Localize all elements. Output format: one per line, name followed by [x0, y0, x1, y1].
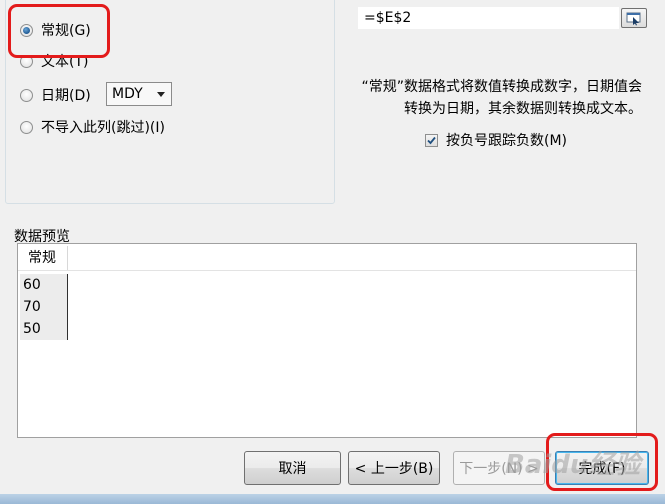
destination-input[interactable]: =$E$2: [357, 6, 620, 30]
radio-skip-indicator[interactable]: [20, 120, 33, 134]
finish-button[interactable]: 完成(F): [555, 451, 649, 485]
date-format-select[interactable]: MDY: [106, 82, 172, 106]
preview-column-header[interactable]: 常规: [20, 246, 68, 270]
radio-general-label: 常规(G): [41, 23, 91, 39]
radio-date-indicator[interactable]: [20, 88, 33, 102]
next-button[interactable]: 下一步(N) >: [453, 451, 545, 485]
format-description: “常规”数据格式将数值转换成数字，日期值会转换为日期，其余数据则转换成文本。: [361, 79, 642, 117]
checkmark-icon: [427, 136, 436, 144]
preview-header-row: [18, 244, 636, 271]
data-preview-grid[interactable]: 常规 60 70 50: [17, 243, 637, 438]
radio-general-indicator[interactable]: [20, 23, 33, 37]
chevron-down-icon: [157, 92, 165, 97]
radio-date[interactable]: 日期(D): [20, 85, 91, 105]
preview-cell: 60: [20, 274, 68, 296]
preview-cell: 70: [20, 296, 68, 318]
destination-value: =$E$2: [364, 10, 412, 26]
radio-skip-label: 不导入此列(跳过)(I): [41, 120, 165, 136]
range-select-button[interactable]: [621, 8, 647, 28]
negative-sign-checkbox[interactable]: [425, 133, 438, 147]
window-bottom-edge: [0, 494, 665, 504]
radio-general[interactable]: 常规(G): [20, 20, 91, 40]
radio-text-indicator[interactable]: [20, 54, 33, 68]
radio-skip-column[interactable]: 不导入此列(跳过)(I): [20, 117, 165, 137]
radio-text-label: 文本(T): [41, 54, 89, 70]
radio-date-label: 日期(D): [41, 88, 91, 104]
cancel-button[interactable]: 取消: [244, 451, 341, 485]
date-format-value: MDY: [112, 86, 143, 102]
back-button[interactable]: < 上一步(B): [348, 451, 440, 485]
preview-cell: 50: [20, 318, 68, 340]
radio-text[interactable]: 文本(T): [20, 52, 88, 70]
negative-sign-label: 按负号跟踪负数(M): [446, 133, 568, 149]
collapse-dialog-icon: [626, 12, 641, 26]
negative-sign-checkbox-row[interactable]: 按负号跟踪负数(M): [425, 131, 567, 149]
